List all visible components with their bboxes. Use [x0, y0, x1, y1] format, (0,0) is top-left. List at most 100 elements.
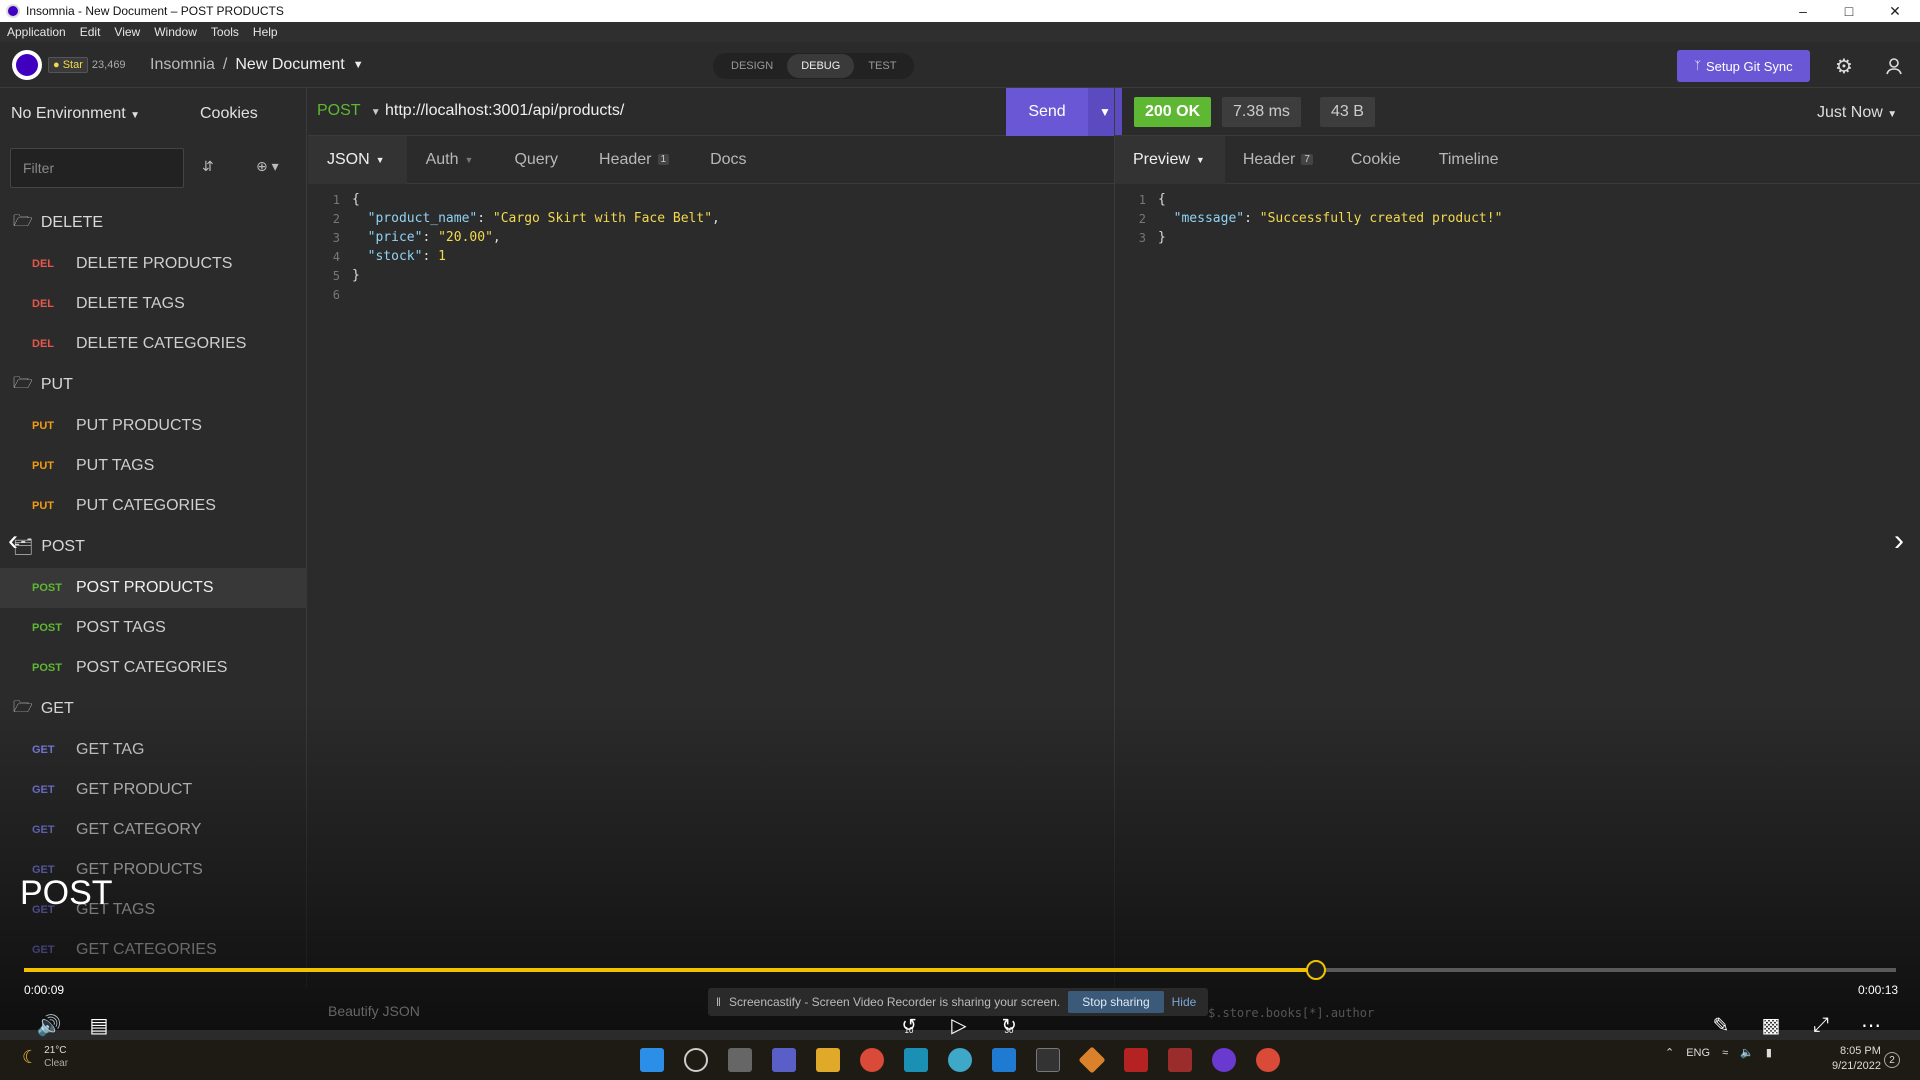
rewind-icon[interactable]: ↺ 10 [894, 1012, 924, 1038]
more-options-icon[interactable]: ⋯ [1856, 1012, 1886, 1038]
captions-icon[interactable]: ▤ [84, 1012, 114, 1038]
minimize-button[interactable]: – [1780, 0, 1826, 22]
insomnia-taskbar-icon[interactable] [1212, 1048, 1236, 1072]
tab-auth[interactable]: Auth ▼ [407, 136, 496, 184]
insomnia-logo[interactable] [12, 50, 42, 80]
menu-tools[interactable]: Tools [204, 25, 246, 39]
folder-post[interactable]: 🗂 POST [0, 526, 307, 568]
request-item[interactable]: POST POST CATEGORIES [0, 648, 307, 688]
tab-timeline[interactable]: Timeline [1421, 136, 1519, 184]
git-icon[interactable] [1078, 1046, 1106, 1074]
folder-put[interactable]: 🗁 PUT [0, 364, 307, 406]
app-s-icon[interactable] [904, 1048, 928, 1072]
exit-fullscreen-icon[interactable]: ⤢ [1806, 1012, 1836, 1038]
account-icon[interactable] [1880, 52, 1908, 80]
beautify-json-button[interactable]: Beautify JSON [328, 1003, 420, 1019]
url-input[interactable]: http://localhost:3001/api/products/ [385, 102, 624, 120]
request-item[interactable]: GET GET CATEGORY [0, 810, 307, 850]
breadcrumb-root[interactable]: Insomnia [150, 56, 215, 74]
history-dropdown[interactable]: Just Now ▼ [1817, 104, 1897, 122]
environment-dropdown[interactable]: No Environment ▼ [11, 105, 140, 123]
pane-divider[interactable] [1114, 88, 1115, 988]
request-item[interactable]: GET GET TAG [0, 730, 307, 770]
github-star-button[interactable]: ● Star 23,469 [48, 56, 126, 74]
add-request-icon[interactable]: ⊕ ▾ [256, 158, 279, 175]
tab-cookie[interactable]: Cookie [1333, 136, 1421, 184]
volume-icon[interactable]: 🔊 [34, 1012, 64, 1038]
terminal-icon[interactable] [1036, 1048, 1060, 1072]
teams-chat-icon[interactable] [772, 1048, 796, 1072]
battery-icon[interactable]: ▮ [1766, 1046, 1772, 1059]
request-item[interactable]: PUT PUT TAGS [0, 446, 307, 486]
chrome-secondary-icon[interactable] [1256, 1048, 1280, 1072]
progress-knob[interactable] [1305, 960, 1326, 980]
tab-query[interactable]: Query [495, 136, 580, 184]
previous-arrow-icon[interactable]: ‹ [8, 524, 18, 558]
forward-icon[interactable]: ↻ 30 [994, 1012, 1024, 1038]
method-dropdown[interactable]: POST ▼ [317, 102, 381, 120]
menu-window[interactable]: Window [147, 25, 204, 39]
miniplayer-icon[interactable]: ▩ [1756, 1012, 1786, 1038]
request-item[interactable]: GET GET CATEGORIES [0, 930, 307, 970]
hide-button[interactable]: Hide [1172, 995, 1197, 1009]
menu-view[interactable]: View [107, 25, 147, 39]
request-item[interactable]: DEL DELETE TAGS [0, 284, 307, 324]
tab-header[interactable]: Header 1 [580, 136, 691, 184]
pencil-icon[interactable]: ✎ [1706, 1012, 1736, 1038]
breadcrumb-document[interactable]: New Document [235, 56, 344, 74]
tab-docs[interactable]: Docs [691, 136, 768, 184]
app-red-icon[interactable] [1124, 1048, 1148, 1072]
language-indicator[interactable]: ENG [1686, 1047, 1710, 1059]
search-icon[interactable] [684, 1048, 708, 1072]
app-tool-icon[interactable] [1168, 1048, 1192, 1072]
request-item[interactable]: PUT PUT PRODUCTS [0, 406, 307, 446]
chevron-up-icon[interactable]: ⌃ [1665, 1046, 1674, 1059]
next-arrow-icon[interactable]: › [1894, 524, 1904, 558]
maximize-button[interactable]: □ [1826, 0, 1872, 22]
notification-badge[interactable]: 2 [1884, 1052, 1900, 1068]
vscode-icon[interactable] [992, 1048, 1016, 1072]
request-item[interactable]: GET GET PRODUCT [0, 770, 307, 810]
code-text: } [352, 268, 360, 283]
request-item[interactable]: PUT PUT CATEGORIES [0, 486, 307, 526]
weather-widget[interactable]: ☾ 21°C Clear [22, 1044, 68, 1070]
task-view-icon[interactable] [728, 1048, 752, 1072]
gear-icon[interactable]: ⚙ [1830, 52, 1858, 80]
clock[interactable]: 8:05 PM 9/21/2022 [1832, 1044, 1881, 1074]
tab-design[interactable]: DESIGN [717, 54, 787, 78]
file-explorer-icon[interactable] [816, 1048, 840, 1072]
stop-sharing-button[interactable]: Stop sharing [1068, 991, 1164, 1013]
speaker-icon[interactable]: 🔈 [1740, 1046, 1754, 1059]
tab-body-json[interactable]: JSON ▼ [308, 135, 407, 184]
video-progress-bar[interactable] [24, 960, 1896, 980]
menu-help[interactable]: Help [246, 25, 285, 39]
request-item-active[interactable]: POST POST PRODUCTS [0, 568, 307, 608]
request-name: POST TAGS [76, 619, 166, 636]
play-icon[interactable]: ▷ [944, 1012, 974, 1038]
cookies-button[interactable]: Cookies [200, 105, 258, 123]
filter-input[interactable]: Filter [10, 148, 184, 188]
request-item[interactable]: DEL DELETE CATEGORIES [0, 324, 307, 364]
response-filter-input[interactable]: $.store.books[*].author [1208, 1006, 1374, 1020]
globe-app-icon[interactable] [948, 1048, 972, 1072]
close-button[interactable]: ✕ [1872, 0, 1918, 22]
chrome-icon[interactable] [860, 1048, 884, 1072]
request-item[interactable]: DEL DELETE PRODUCTS [0, 244, 307, 284]
chevron-down-icon[interactable]: ▼ [353, 59, 364, 71]
menu-application[interactable]: Application [0, 25, 73, 39]
request-item[interactable]: POST POST TAGS [0, 608, 307, 648]
wifi-icon[interactable]: ≈ [1722, 1047, 1728, 1059]
tab-test[interactable]: TEST [854, 54, 910, 78]
windows-start-icon[interactable] [640, 1048, 664, 1072]
folder-delete[interactable]: 🗁 DELETE [0, 202, 307, 244]
menu-edit[interactable]: Edit [73, 25, 108, 39]
tab-debug[interactable]: DEBUG [787, 54, 855, 78]
folder-get[interactable]: 🗁 GET [0, 688, 307, 730]
setup-git-sync-button[interactable]: ᛉ Setup Git Sync [1677, 50, 1810, 82]
request-body-editor[interactable]: 1{ 2 "product_name": "Cargo Skirt with F… [312, 190, 1102, 304]
sort-icon[interactable]: ⇵ [202, 158, 214, 175]
tab-preview[interactable]: Preview ▼ [1115, 135, 1225, 184]
request-name: POST PRODUCTS [76, 579, 214, 596]
send-button[interactable]: Send [1006, 88, 1088, 136]
tab-response-header[interactable]: Header 7 [1225, 136, 1333, 184]
